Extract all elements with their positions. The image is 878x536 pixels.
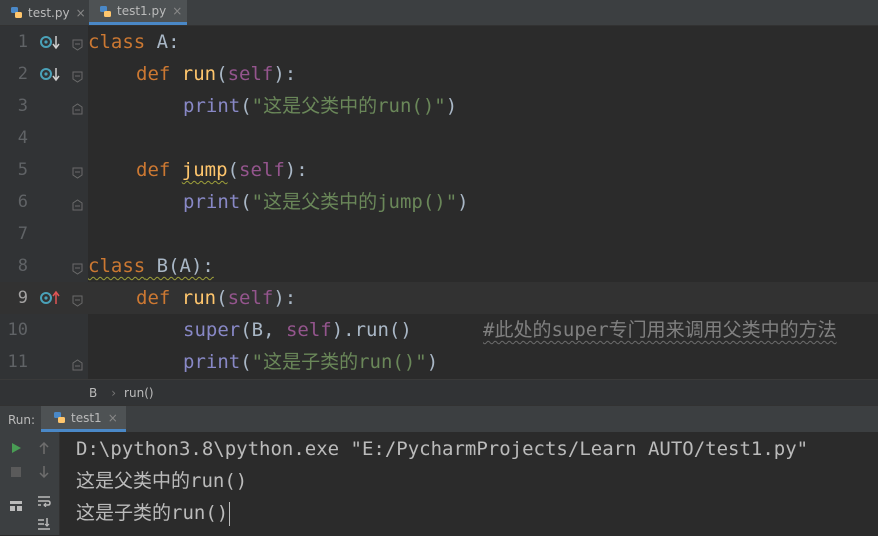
breadcrumb-item-method[interactable]: run() <box>124 386 154 400</box>
line-number: 4 <box>17 128 28 148</box>
code-line: 1 class A: <box>0 26 878 58</box>
override-down-icon[interactable] <box>40 66 64 82</box>
breadcrumb-item-class[interactable]: B <box>89 386 97 400</box>
close-run-tab-icon[interactable]: × <box>108 411 118 425</box>
line-number: 11 <box>7 352 28 372</box>
tab-label: test1.py <box>117 4 167 18</box>
python-file-icon <box>53 411 66 424</box>
breadcrumb-separator: › <box>111 385 117 400</box>
run-toolbar <box>0 432 60 535</box>
run-tool-window-header: Run: test1 × <box>0 405 878 432</box>
code-editor[interactable]: 1 class A: 2 def run(self): 3 print("这是父… <box>0 26 878 379</box>
fold-open-icon[interactable] <box>72 292 83 307</box>
console-output-line: 这是子类的run() <box>76 501 231 526</box>
console-output-line: D:\python3.8\python.exe "E:/PycharmProje… <box>76 438 809 460</box>
code-line: 5 def jump(self): <box>0 154 878 186</box>
code-line: 10 super(B, self).run() #此处的super专门用来调用父… <box>0 314 878 346</box>
code-text: class B(A): <box>88 255 214 277</box>
fold-close-icon[interactable] <box>72 356 83 371</box>
python-file-icon <box>99 5 112 18</box>
code-line-current: 9 def run(self): <box>0 282 878 314</box>
stop-icon[interactable] <box>4 460 28 484</box>
fold-open-icon[interactable] <box>72 68 83 83</box>
line-number: 6 <box>17 192 28 212</box>
code-comment: #此处的super专门用来调用父类中的方法 <box>483 319 837 341</box>
scroll-up-icon[interactable] <box>32 436 56 460</box>
fold-close-icon[interactable] <box>72 196 83 211</box>
code-text: def run(self): <box>136 287 297 309</box>
line-number: 8 <box>17 256 28 276</box>
override-up-icon[interactable] <box>40 290 64 306</box>
text-caret <box>229 501 231 526</box>
line-number: 10 <box>7 320 28 340</box>
tab-test1-py[interactable]: test1.py × <box>89 0 187 25</box>
code-text: print("这是父类中的jump()") <box>183 191 469 213</box>
code-text: super(B, self).run() <box>183 319 412 341</box>
layout-icon[interactable] <box>4 494 28 518</box>
line-number: 1 <box>17 32 28 52</box>
code-text: def run(self): <box>136 63 297 85</box>
tab-test-py[interactable]: test.py × <box>0 0 89 25</box>
rerun-icon[interactable] <box>4 436 28 460</box>
line-number: 3 <box>17 96 28 116</box>
fold-close-icon[interactable] <box>72 100 83 115</box>
editor-tab-bar: test.py × test1.py × <box>0 0 878 26</box>
python-file-icon <box>10 6 23 19</box>
line-number: 5 <box>17 160 28 180</box>
code-line: 11 print("这是子类的run()") <box>0 346 878 378</box>
code-line: 2 def run(self): <box>0 58 878 90</box>
fold-open-icon[interactable] <box>72 36 83 51</box>
run-console[interactable]: D:\python3.8\python.exe "E:/PycharmProje… <box>0 432 878 535</box>
override-down-icon[interactable] <box>40 34 64 50</box>
line-number: 9 <box>17 288 28 308</box>
line-number: 7 <box>17 224 28 244</box>
run-label: Run: <box>8 413 36 427</box>
fold-open-icon[interactable] <box>72 260 83 275</box>
code-text: def jump(self): <box>136 159 308 181</box>
scroll-to-end-icon[interactable] <box>32 512 56 536</box>
scroll-down-icon[interactable] <box>32 460 56 484</box>
code-line: 6 print("这是父类中的jump()") <box>0 186 878 218</box>
soft-wrap-icon[interactable] <box>32 489 56 513</box>
line-number: 2 <box>17 64 28 84</box>
code-line: 8 class B(A): <box>0 250 878 282</box>
code-line: 7 <box>0 218 878 250</box>
close-tab-icon[interactable]: × <box>76 6 86 20</box>
run-tab-test1[interactable]: test1 × <box>41 406 126 432</box>
console-output-line: 这是父类中的run() <box>76 470 248 492</box>
code-line: 4 <box>0 122 878 154</box>
run-tab-label: test1 <box>71 410 102 425</box>
fold-open-icon[interactable] <box>72 164 83 179</box>
close-tab-icon[interactable]: × <box>172 4 182 18</box>
code-line: 3 print("这是父类中的run()") <box>0 90 878 122</box>
tab-label: test.py <box>28 5 70 20</box>
code-text: print("这是父类中的run()") <box>183 95 458 117</box>
code-text: class A: <box>88 31 180 53</box>
breadcrumb: B › run() <box>0 379 878 405</box>
code-text: print("这是子类的run()") <box>183 351 439 373</box>
